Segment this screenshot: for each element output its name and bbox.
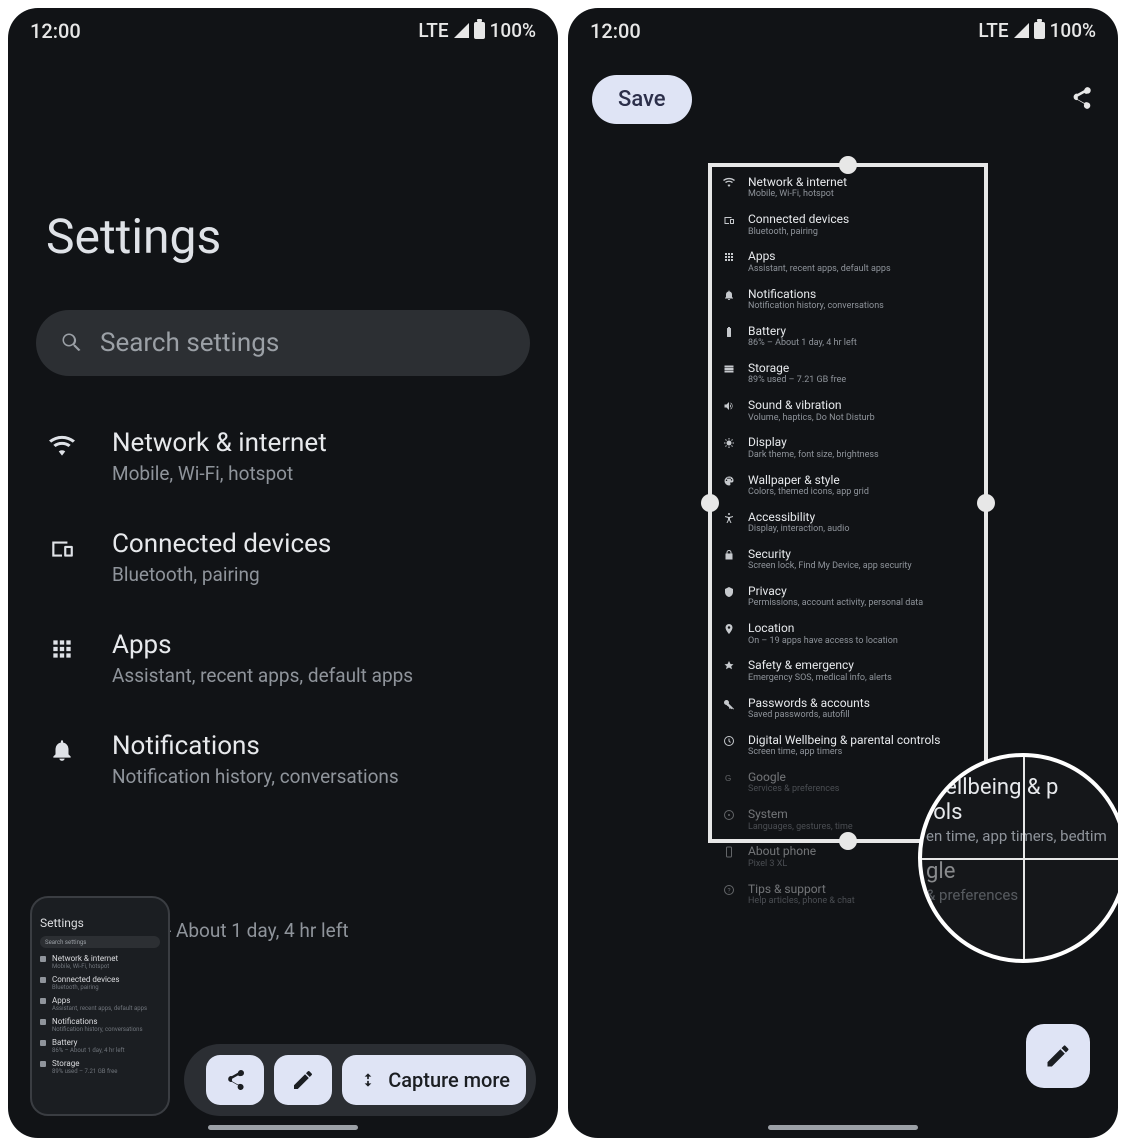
mag-sub2: & preferences [926, 886, 1118, 904]
mag-sub1: en time, app timers, bedtim [926, 827, 1118, 845]
page-title: Settings [8, 53, 558, 310]
help-icon [722, 882, 736, 896]
apps-icon [46, 630, 78, 662]
share-icon [223, 1068, 247, 1092]
gesture-bar[interactable] [768, 1125, 918, 1130]
crop-handle-right[interactable] [977, 494, 995, 512]
search-input[interactable]: Search settings [36, 310, 530, 376]
preview-row: NotificationsNotification history, conve… [40, 1017, 160, 1033]
wifi-icon [46, 428, 78, 460]
settings-item-subtitle: Bluetooth, pairing [112, 563, 331, 586]
edit-button[interactable] [274, 1055, 332, 1105]
search-icon [60, 331, 84, 355]
settings-item-devices[interactable]: Connected devices Bluetooth, pairing [36, 507, 530, 608]
status-bar: 12:00 LTE 100% [8, 8, 558, 53]
save-button[interactable]: Save [592, 75, 692, 124]
editor-toolbar: Save [568, 53, 1118, 146]
settings-item-title: Notifications [112, 731, 399, 761]
status-network: LTE [978, 19, 1008, 42]
preview-row: Battery86% – About 1 day, 4 hr left [40, 1038, 160, 1054]
preview-row: Network & internetMobile, Wi-Fi, hotspot [40, 954, 160, 970]
signal-icon [454, 23, 469, 38]
settings-item-apps[interactable]: Apps Assistant, recent apps, default app… [36, 608, 530, 709]
screenshot-preview[interactable]: Settings Search settings Network & inter… [30, 896, 170, 1116]
battery-sub-peek: - About 1 day, 4 hr left [166, 919, 349, 942]
settings-item-title: Network & internet [112, 428, 327, 458]
crop-stage: Network & internetMobile, Wi-Fi, hotspot… [708, 163, 1058, 1023]
expand-icon [358, 1070, 378, 1090]
magnifier-crosshair-h [922, 858, 1118, 860]
settings-list: Network & internet Mobile, Wi-Fi, hotspo… [8, 376, 558, 810]
bell-icon [46, 731, 78, 763]
crop-handle-left[interactable] [701, 494, 719, 512]
share-button[interactable] [1068, 85, 1094, 115]
status-battery: 100% [490, 19, 536, 42]
status-network: LTE [418, 19, 448, 42]
pencil-icon [1044, 1042, 1072, 1070]
settings-item-subtitle: Mobile, Wi-Fi, hotspot [112, 462, 327, 485]
edit-fab[interactable] [1026, 1024, 1090, 1088]
status-battery: 100% [1050, 19, 1096, 42]
preview-search: Search settings [40, 936, 160, 948]
magnifier-crosshair-v [1023, 757, 1025, 959]
crop-frame[interactable] [708, 163, 988, 843]
crop-handle-bottom[interactable] [839, 832, 857, 850]
settings-item-subtitle: Assistant, recent apps, default apps [112, 664, 413, 687]
settings-item-wifi[interactable]: Network & internet Mobile, Wi-Fi, hotspo… [36, 406, 530, 507]
save-label: Save [618, 87, 666, 112]
status-bar: 12:00 LTE 100% [568, 8, 1118, 53]
status-time: 12:00 [30, 19, 81, 43]
status-icons: LTE 100% [418, 19, 536, 42]
gesture-bar[interactable] [208, 1125, 358, 1130]
settings-item-subtitle: Notification history, conversations [112, 765, 399, 788]
settings-item-title: Connected devices [112, 529, 331, 559]
screenshot-action-bar: Capture more [184, 1044, 536, 1116]
crop-handle-top[interactable] [839, 156, 857, 174]
share-button[interactable] [206, 1055, 264, 1105]
pencil-icon [291, 1068, 315, 1092]
phone-icon [722, 844, 736, 858]
search-placeholder: Search settings [100, 328, 279, 358]
phone-left: 12:00 LTE 100% Settings Search settings … [8, 8, 558, 1138]
mag-line2: rols [926, 800, 1118, 825]
status-icons: LTE 100% [978, 19, 1096, 42]
preview-row: Connected devicesBluetooth, pairing [40, 975, 160, 991]
phone-right: 12:00 LTE 100% Save Network & internetMo… [568, 8, 1118, 1138]
capture-more-label: Capture more [388, 1068, 510, 1092]
battery-icon [474, 22, 485, 39]
settings-item-bell[interactable]: Notifications Notification history, conv… [36, 709, 530, 810]
mag-line1: Wellbeing & p [926, 775, 1118, 800]
capture-more-button[interactable]: Capture more [342, 1055, 526, 1105]
signal-icon [1014, 23, 1029, 38]
devices-icon [46, 529, 78, 561]
magnifier: Wellbeing & p rols en time, app timers, … [918, 753, 1118, 963]
preview-row: AppsAssistant, recent apps, default apps [40, 996, 160, 1012]
share-icon [1068, 85, 1094, 111]
preview-row: Storage89% used – 7.21 GB free [40, 1059, 160, 1075]
settings-item-title: Apps [112, 630, 413, 660]
mag-line3: gle [926, 859, 1118, 884]
status-time: 12:00 [590, 19, 641, 43]
battery-icon [1034, 22, 1045, 39]
preview-title: Settings [40, 916, 160, 930]
